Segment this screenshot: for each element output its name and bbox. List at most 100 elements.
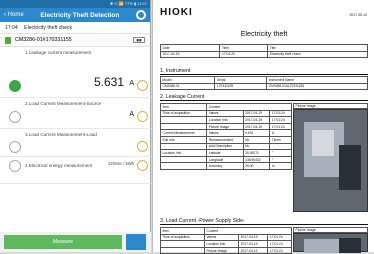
check-title: Electricity theft check xyxy=(24,25,73,31)
leakage-table: Item Content Time of acquisition Values 201… xyxy=(159,103,292,170)
nav-bar: ‹ Home Electricity Theft Detection xyxy=(0,8,150,22)
measurement-value: 5.631 xyxy=(93,75,124,89)
cell xyxy=(160,240,205,248)
report-document: HIOKI 2017.05.10 Electricity theft Date T… xyxy=(152,0,374,254)
item-label: 1.Leakage current measurement xyxy=(25,50,92,55)
list-item[interactable]: 3.Load Current Measurement-Load xyxy=(0,129,151,157)
cell: Time of acquisition xyxy=(159,109,208,118)
cell: Picture Image xyxy=(206,122,244,131)
model-row: CM3286-01#170331155 ▮▮▮ xyxy=(0,34,150,47)
model-name: CM3286-01#170331155 xyxy=(15,37,72,43)
cell xyxy=(160,246,205,254)
cell: ° xyxy=(269,155,292,164)
status-circle-icon xyxy=(9,80,21,92)
cell: Longitude xyxy=(206,155,244,164)
cell: Values xyxy=(206,109,244,118)
cell: Latitude xyxy=(206,149,244,157)
cell: 2017-04-19 xyxy=(238,233,269,242)
cell: CM3286-01 xyxy=(159,82,216,91)
cell xyxy=(159,142,208,151)
measurement-unit: A xyxy=(129,111,134,118)
phone-app: ✱ ⊙ 📶 77% ▮ 11:57 ‹ Home Electricity The… xyxy=(0,0,151,252)
status-circle-icon xyxy=(9,111,21,123)
cell xyxy=(159,122,208,131)
load-current-table: Item Content Time of acquisition Values 201… xyxy=(160,227,293,254)
section-heading: 2. Leakage Current xyxy=(160,94,368,101)
cell: 17:04:20 xyxy=(219,50,269,59)
cell: 17:01:24 xyxy=(267,233,292,242)
cell: 2017-04-19 xyxy=(242,109,271,118)
cell: ° xyxy=(269,149,292,157)
cell: Values xyxy=(206,129,244,137)
cell: Electricity theft check xyxy=(267,50,368,59)
cell: 2017-04-19 xyxy=(242,116,271,124)
item-label: 3.Load Current Measurement-Load xyxy=(25,132,97,137)
camera-button[interactable] xyxy=(126,234,146,250)
header-cell: Content xyxy=(206,103,292,111)
back-button[interactable]: ‹ Home xyxy=(4,12,24,18)
clamp-meter-icon xyxy=(5,36,11,44)
cell: 2017-04-19 xyxy=(242,122,271,131)
cell: No xyxy=(242,142,271,151)
cell: Location Info xyxy=(203,240,240,248)
section-heading: 3. Load Current -Power Supply Side- xyxy=(160,218,368,225)
header-cell: Date xyxy=(159,44,221,52)
load-current-photo xyxy=(293,233,368,253)
cell: Remeasurement xyxy=(206,135,244,144)
logo: HIOKI xyxy=(160,7,193,18)
status-circle-icon xyxy=(9,160,21,172)
measurement-unit: A xyxy=(129,80,134,87)
camera-icon[interactable] xyxy=(137,141,148,152)
cell: 2017-04-19 xyxy=(159,50,221,59)
battery-icon: ▮▮▮ xyxy=(133,37,145,43)
cell: Add Description xyxy=(206,142,244,151)
header-cell: Item xyxy=(160,227,205,235)
section-heading: 1. Instrument xyxy=(160,68,368,75)
list-item[interactable]: 4.Electrical energy measurement 120Sec /… xyxy=(0,157,151,184)
cell: CM3286-01#170331155 xyxy=(266,82,368,91)
cell: 17:01:24 xyxy=(269,116,292,124)
item-detail: 120Sec / kWh xyxy=(107,161,134,166)
cell: 35.00 xyxy=(242,162,271,170)
measure-button[interactable]: Measure xyxy=(4,235,122,249)
item-label: 4.Electrical energy measurement xyxy=(25,163,93,168)
top-table: Date Time Title 2017-04-19 17:04:20 Electric… xyxy=(159,44,368,59)
cell xyxy=(269,142,292,151)
cell: 17:01:24 xyxy=(269,122,292,131)
cell: No xyxy=(242,135,271,144)
cell: Current Measurement xyxy=(159,129,208,137)
leakage-photo xyxy=(293,109,368,212)
header-cell: Item xyxy=(159,103,208,111)
cell: 2017-04-19 xyxy=(238,240,269,248)
cell: 170331155 xyxy=(214,82,268,91)
bottom-bar: Measure xyxy=(0,232,151,252)
cell: 138.90432 xyxy=(242,155,271,164)
instrument-table: Model Serial Instrument Name CM3286-01 1703… xyxy=(159,76,368,91)
header-cell: Model xyxy=(159,76,216,84)
report-title: Electricity theft xyxy=(240,29,288,38)
app-title: Electricity Theft Detection xyxy=(40,11,120,19)
list-item[interactable]: 1.Leakage current measurement 5.631 A xyxy=(0,47,151,98)
gear-icon[interactable] xyxy=(136,10,146,20)
cell: 2017-04-19 xyxy=(238,246,269,254)
cell: Edit Info xyxy=(159,135,208,144)
header-cell: Time xyxy=(219,44,269,52)
camera-icon[interactable] xyxy=(137,80,148,91)
header-cell: Content xyxy=(203,227,293,235)
header-cell: Title xyxy=(267,44,368,52)
cell xyxy=(159,116,208,124)
list-item[interactable]: 2.Load Current Measurement-Source A xyxy=(0,98,151,129)
check-row[interactable]: 17:04 Electricity theft check xyxy=(0,22,150,34)
camera-icon[interactable] xyxy=(137,160,148,171)
status-circle-icon xyxy=(9,141,21,153)
cell: Picture Image xyxy=(203,246,240,254)
camera-icon[interactable] xyxy=(137,111,148,122)
report-date: 2017.05.10 xyxy=(349,13,367,17)
header-cell: Instrument Name xyxy=(266,76,368,84)
cell: 17:01:24 xyxy=(267,246,292,254)
status-bar: ✱ ⊙ 📶 77% ▮ 11:57 xyxy=(0,0,150,8)
item-label: 2.Load Current Measurement-Source xyxy=(25,101,102,106)
cell: Accuracy xyxy=(206,162,244,170)
cell: Location Info xyxy=(206,116,244,124)
cell: 17:01:24 xyxy=(269,109,292,118)
